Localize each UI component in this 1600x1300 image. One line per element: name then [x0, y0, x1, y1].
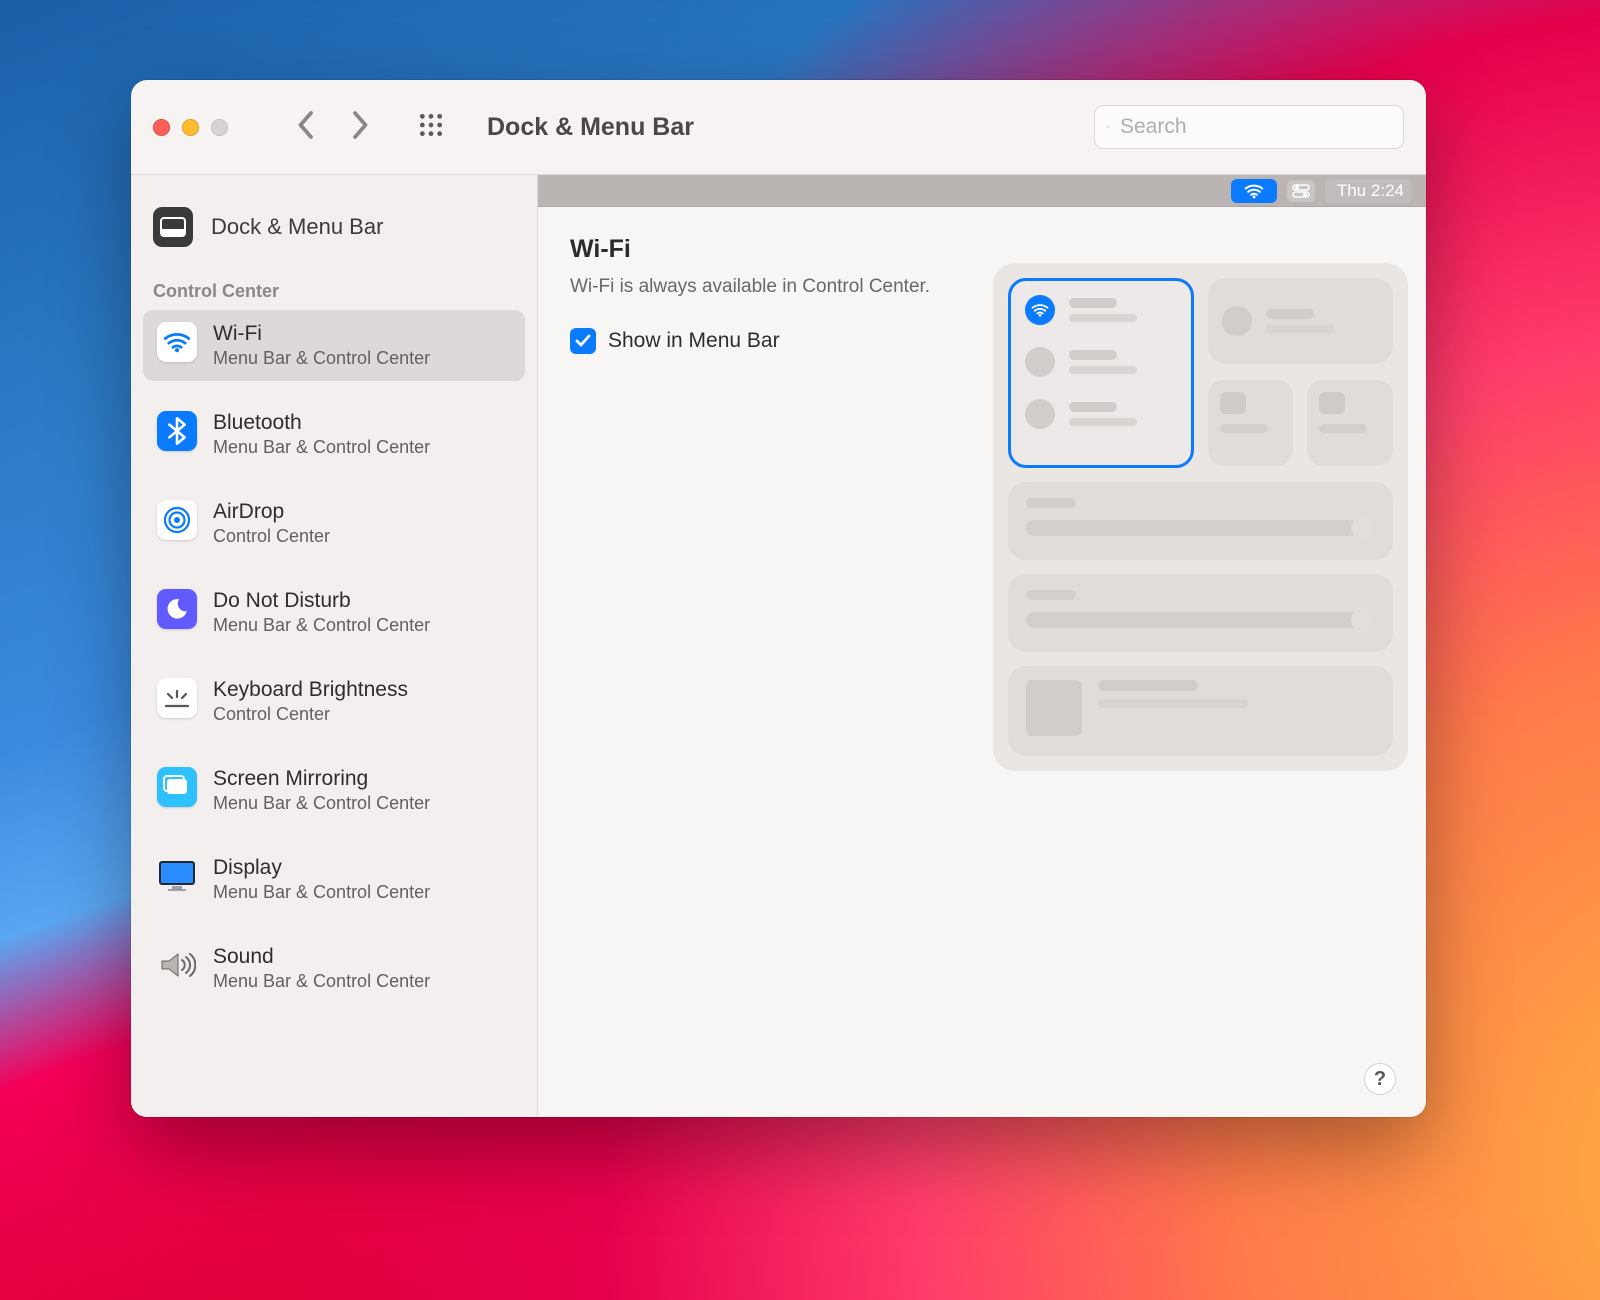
close-window-button[interactable]: [153, 119, 170, 136]
sidebar-item-subtitle: Menu Bar & Control Center: [213, 882, 430, 903]
minimize-window-button[interactable]: [182, 119, 199, 136]
detail-pane: Wi-Fi Wi-Fi is always available in Contr…: [570, 235, 980, 1117]
sidebar-item-label: Sound: [213, 945, 430, 969]
bluetooth-icon: [157, 411, 197, 451]
search-icon: [1107, 116, 1110, 138]
dock-menubar-icon: [153, 207, 193, 247]
checkbox-checked-icon: [570, 328, 596, 354]
sidebar-item-label: Wi-Fi: [213, 322, 430, 346]
sidebar-item-screen-mirroring[interactable]: Screen Mirroring Menu Bar & Control Cent…: [143, 755, 525, 826]
sound-icon: [157, 945, 197, 985]
sidebar-section-title: Control Center: [131, 277, 537, 310]
airdrop-icon: [157, 500, 197, 540]
sidebar-header-label: Dock & Menu Bar: [211, 214, 383, 240]
show-all-prefs-button[interactable]: [418, 112, 444, 143]
chevron-right-icon: [352, 110, 370, 140]
moon-icon: [157, 589, 197, 629]
show-in-menubar-checkbox[interactable]: Show in Menu Bar: [570, 328, 980, 354]
sidebar-item-subtitle: Menu Bar & Control Center: [213, 437, 430, 458]
sidebar-item-label: AirDrop: [213, 500, 330, 524]
sidebar-item-wifi[interactable]: Wi-Fi Menu Bar & Control Center: [143, 310, 525, 381]
preview-wifi-module: [1008, 278, 1194, 468]
sidebar-header-dock-menubar[interactable]: Dock & Menu Bar: [131, 195, 537, 277]
sidebar-item-subtitle: Menu Bar & Control Center: [213, 793, 430, 814]
nav-arrows: [296, 110, 370, 145]
sidebar-item-sound[interactable]: Sound Menu Bar & Control Center: [143, 933, 525, 1004]
menubar-clock-label: Thu 2:24: [1337, 181, 1404, 200]
preview-module: [1208, 278, 1394, 364]
grid-icon: [418, 112, 444, 138]
search-field[interactable]: [1094, 105, 1404, 149]
sidebar-item-label: Screen Mirroring: [213, 767, 430, 791]
sidebar-item-subtitle: Control Center: [213, 704, 408, 725]
help-button[interactable]: ?: [1364, 1063, 1396, 1095]
sidebar-item-dnd[interactable]: Do Not Disturb Menu Bar & Control Center: [143, 577, 525, 648]
content-area: Thu 2:24 Wi-Fi Wi-Fi is always available…: [538, 175, 1426, 1117]
sidebar-item-subtitle: Menu Bar & Control Center: [213, 971, 430, 992]
detail-description: Wi-Fi is always available in Control Cen…: [570, 274, 980, 300]
display-icon: [157, 856, 197, 896]
toolbar: Dock & Menu Bar: [131, 80, 1426, 175]
sidebar-item-subtitle: Menu Bar & Control Center: [213, 348, 430, 369]
search-input[interactable]: [1120, 115, 1391, 139]
preview-module-pair: [1208, 380, 1394, 468]
sidebar-item-keyboard-brightness[interactable]: Keyboard Brightness Control Center: [143, 666, 525, 737]
menubar-wifi-icon: [1231, 179, 1277, 203]
wifi-icon: [157, 322, 197, 362]
sidebar-list: Wi-Fi Menu Bar & Control Center Bluetoot…: [131, 310, 537, 1004]
chevron-left-icon: [296, 110, 314, 140]
sidebar: Dock & Menu Bar Control Center Wi-Fi Men…: [131, 175, 538, 1117]
sidebar-item-label: Bluetooth: [213, 411, 430, 435]
detail-title: Wi-Fi: [570, 235, 980, 264]
window-title: Dock & Menu Bar: [487, 113, 694, 142]
preview-slider-module: [1008, 482, 1393, 560]
sidebar-item-label: Do Not Disturb: [213, 589, 430, 613]
preview-slider-module: [1008, 574, 1393, 652]
preview-now-playing-module: [1008, 666, 1393, 756]
zoom-window-button[interactable]: [211, 119, 228, 136]
back-button[interactable]: [296, 110, 314, 145]
forward-button[interactable]: [352, 110, 370, 145]
sidebar-item-label: Keyboard Brightness: [213, 678, 408, 702]
wifi-icon: [1025, 295, 1055, 325]
sidebar-item-airdrop[interactable]: AirDrop Control Center: [143, 488, 525, 559]
sidebar-item-bluetooth[interactable]: Bluetooth Menu Bar & Control Center: [143, 399, 525, 470]
sidebar-item-subtitle: Menu Bar & Control Center: [213, 615, 430, 636]
control-center-preview: [993, 263, 1408, 771]
menubar-clock: Thu 2:24: [1325, 179, 1412, 203]
sidebar-item-subtitle: Control Center: [213, 526, 330, 547]
window-controls: [153, 119, 228, 136]
sidebar-item-label: Display: [213, 856, 430, 880]
sidebar-item-display[interactable]: Display Menu Bar & Control Center: [143, 844, 525, 915]
menubar-preview: Thu 2:24: [538, 175, 1426, 207]
system-preferences-window: Dock & Menu Bar Dock & Menu Bar Control …: [131, 80, 1426, 1117]
screen-mirroring-icon: [157, 767, 197, 807]
menubar-control-center-icon: [1287, 180, 1315, 202]
keyboard-brightness-icon: [157, 678, 197, 718]
checkbox-label: Show in Menu Bar: [608, 329, 780, 353]
